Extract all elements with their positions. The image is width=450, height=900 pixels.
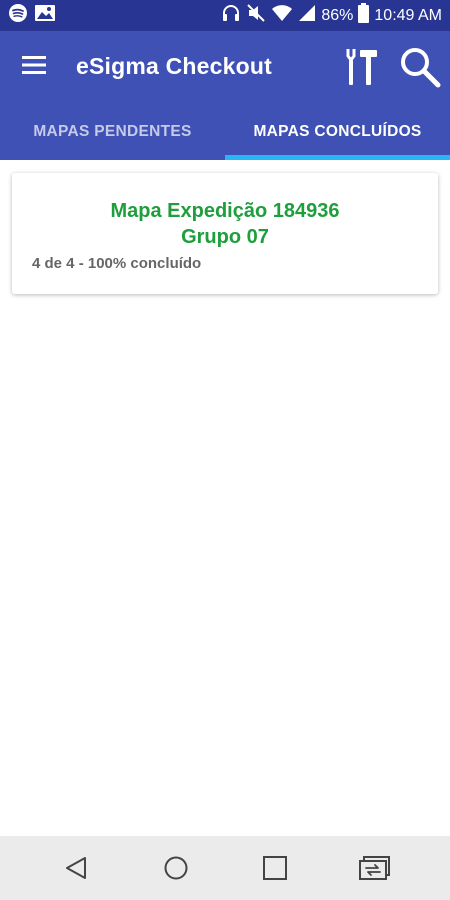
map-title-line1: Mapa Expedição 184936 [110, 200, 340, 222]
map-title-line2: Grupo 07 [181, 226, 269, 248]
tab-mapas-concluidos[interactable]: MAPAS CONCLUÍDOS [225, 103, 450, 160]
home-icon[interactable] [158, 850, 194, 886]
map-title: Mapa Expedição 184936 Grupo 07 [12, 198, 438, 250]
clock: 10:49 AM [374, 6, 442, 24]
spotify-icon [8, 3, 28, 28]
signal-icon [298, 4, 316, 27]
back-icon[interactable] [58, 850, 94, 886]
battery-icon [358, 3, 370, 28]
tab-bar: MAPAS PENDENTES MAPAS CONCLUÍDOS [0, 103, 450, 160]
hamburger-menu-icon[interactable] [22, 55, 48, 75]
map-progress: 4 de 4 - 100% concluído [32, 255, 202, 272]
tab-label: MAPAS CONCLUÍDOS [253, 122, 422, 140]
gallery-notification-icon [34, 3, 56, 28]
switch-app-icon[interactable] [356, 850, 392, 886]
mute-icon [246, 3, 266, 28]
map-card[interactable]: Mapa Expedição 184936 Grupo 07 4 de 4 - … [12, 173, 438, 294]
tab-label: MAPAS PENDENTES [33, 122, 192, 140]
search-icon[interactable] [398, 45, 442, 89]
navigation-bar [0, 836, 450, 900]
status-bar: 86% 10:49 AM [0, 0, 450, 31]
tools-icon[interactable] [342, 47, 378, 87]
app-bar: eSigma Checkout [0, 31, 450, 103]
app-title: eSigma Checkout [76, 53, 272, 79]
headphones-icon [221, 3, 241, 28]
recents-icon[interactable] [257, 850, 293, 886]
wifi-icon [271, 3, 293, 28]
battery-level: 86% [321, 6, 354, 24]
tab-mapas-pendentes[interactable]: MAPAS PENDENTES [0, 103, 225, 160]
